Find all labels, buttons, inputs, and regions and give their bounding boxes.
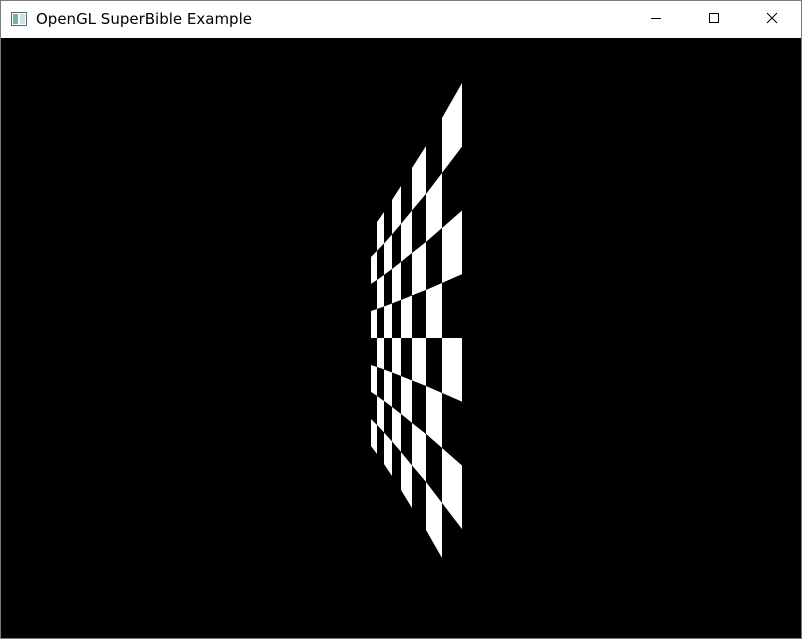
checker-tile xyxy=(384,369,392,407)
checker-tile xyxy=(371,222,377,257)
checkerboard-scene xyxy=(371,83,462,593)
checker-tile xyxy=(371,365,377,396)
checker-tile xyxy=(371,338,377,367)
close-button[interactable] xyxy=(743,1,801,38)
app-window: OpenGL SuperBible Example xyxy=(0,0,802,639)
checker-tile xyxy=(401,338,412,381)
checker-tile xyxy=(392,300,401,338)
checker-tile xyxy=(384,269,392,307)
title-bar[interactable]: OpenGL SuperBible Example xyxy=(1,1,801,38)
checker-tile xyxy=(384,303,392,338)
checker-tile xyxy=(371,309,377,338)
checker-tile xyxy=(377,367,384,401)
checker-tile xyxy=(442,338,462,402)
checker-tile xyxy=(377,275,384,309)
minimize-button[interactable] xyxy=(627,1,685,38)
checker-tile xyxy=(377,338,384,370)
checker-tile xyxy=(426,338,442,393)
checker-tile xyxy=(371,419,377,454)
maximize-icon xyxy=(708,11,720,29)
checker-tile xyxy=(426,283,442,338)
opengl-viewport[interactable] xyxy=(1,38,801,638)
minimize-icon xyxy=(650,11,662,29)
checker-tile xyxy=(377,306,384,338)
checker-tile xyxy=(392,338,401,376)
opengl-app-icon[interactable] xyxy=(11,12,27,26)
checker-tile xyxy=(412,290,426,338)
close-icon xyxy=(766,11,778,29)
checker-tile xyxy=(442,274,462,338)
checker-tile xyxy=(401,295,412,338)
window-title: OpenGL SuperBible Example xyxy=(36,10,252,28)
maximize-button[interactable] xyxy=(685,1,743,38)
checker-tile xyxy=(371,280,377,311)
checker-tile xyxy=(412,338,426,386)
checker-tile xyxy=(384,338,392,373)
checker-tile xyxy=(392,372,401,414)
checker-tile xyxy=(392,262,401,304)
